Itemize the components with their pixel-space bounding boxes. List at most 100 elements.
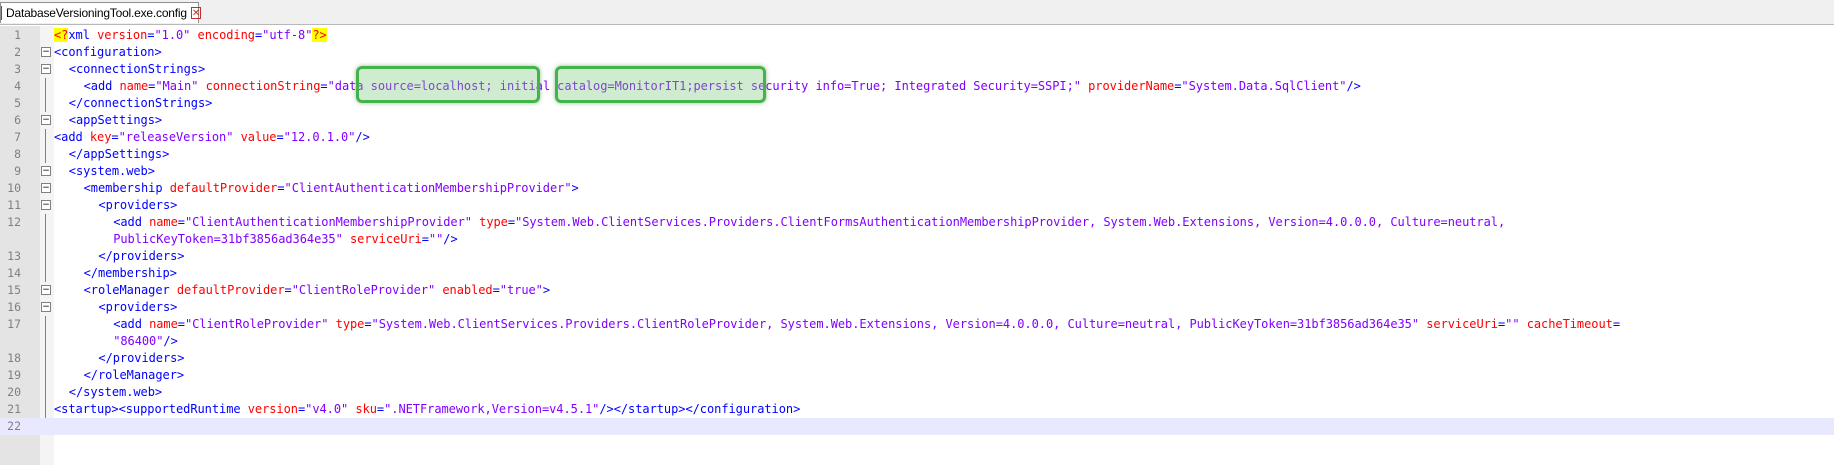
code-text: </providers> bbox=[54, 350, 184, 367]
code-line[interactable]: 18 </providers> bbox=[0, 350, 1834, 367]
close-icon[interactable]: ✕ bbox=[190, 7, 202, 19]
code-token: "ClientRoleProvider" bbox=[184, 317, 329, 331]
code-token: sku bbox=[355, 402, 377, 416]
code-token: <? bbox=[54, 28, 69, 42]
tab-bar: DatabaseVersioningTool.exe.config ✕ bbox=[0, 0, 1834, 25]
code-token: </connectionStrings> bbox=[68, 96, 213, 110]
code-line[interactable]: 3 − <connectionStrings> bbox=[0, 61, 1834, 78]
code-token: /> bbox=[1346, 79, 1361, 93]
code-line[interactable]: 14 </membership> bbox=[0, 265, 1834, 282]
code-token: <roleManager bbox=[83, 283, 177, 297]
code-token: xml bbox=[68, 28, 98, 42]
fold-toggle-icon[interactable]: − bbox=[41, 64, 51, 74]
fold-toggle-icon[interactable]: − bbox=[41, 183, 51, 193]
file-tab-label: DatabaseVersioningTool.exe.config bbox=[6, 6, 187, 20]
fold-guide bbox=[45, 265, 46, 282]
line-number: 22 bbox=[7, 419, 21, 433]
fold-toggle-icon[interactable]: − bbox=[41, 200, 51, 210]
code-token: "ClientAuthenticationMembershipProvider" bbox=[184, 215, 472, 229]
fold-toggle-icon[interactable]: − bbox=[41, 166, 51, 176]
code-line[interactable]: 22 bbox=[0, 418, 1834, 435]
code-line[interactable]: 15− <roleManager defaultProvider="ClientR… bbox=[0, 282, 1834, 299]
line-number: 19 bbox=[7, 368, 21, 382]
code-token: "" bbox=[428, 232, 444, 246]
code-line[interactable]: 2 − <configuration> bbox=[0, 44, 1834, 61]
highlight-initial-catalog bbox=[555, 66, 766, 103]
fold-toggle-icon[interactable]: − bbox=[41, 285, 51, 295]
code-token: <startup><supportedRuntime bbox=[54, 402, 248, 416]
code-token: serviceUri bbox=[349, 232, 422, 246]
code-token: </providers> bbox=[98, 249, 185, 263]
code-token: "ClientAuthenticationMembershipProvider" bbox=[284, 181, 572, 195]
fold-toggle-icon[interactable]: − bbox=[41, 115, 51, 125]
line-number: 10 bbox=[7, 181, 21, 195]
line-number: 7 bbox=[14, 130, 21, 144]
file-icon bbox=[1, 6, 2, 20]
code-token: > bbox=[571, 181, 579, 195]
code-token: /></startup></configuration> bbox=[599, 402, 801, 416]
line-number: 3 bbox=[14, 62, 21, 76]
code-line[interactable]: 5 </connectionStrings> bbox=[0, 95, 1834, 112]
code-line[interactable]: 11 − <providers> bbox=[0, 197, 1834, 214]
code-line[interactable]: 20 </system.web> bbox=[0, 384, 1834, 401]
code-line[interactable]: 17 <add name="ClientRoleProvider" type="S… bbox=[0, 316, 1834, 333]
fold-guide bbox=[45, 78, 46, 95]
fold-toggle-icon[interactable]: − bbox=[41, 302, 51, 312]
code-token: = bbox=[284, 283, 292, 297]
line-number: 18 bbox=[7, 351, 21, 365]
code-line[interactable]: 8 </appSettings> bbox=[0, 146, 1834, 163]
code-text: <add key="releaseVersion" value="12.0.1.… bbox=[54, 129, 370, 146]
code-line[interactable]: 9 − <system.web> bbox=[0, 163, 1834, 180]
code-token: <membership bbox=[83, 181, 170, 195]
code-token: providerName bbox=[1088, 79, 1175, 93]
code-line[interactable]: 6 − <appSettings> bbox=[0, 112, 1834, 129]
fold-guide bbox=[45, 333, 46, 350]
fold-guide bbox=[45, 401, 46, 418]
code-token: ".NETFramework,Version=v4.5.1" bbox=[384, 402, 600, 416]
code-line[interactable]: 12 <add name="ClientAuthenticationMembers… bbox=[0, 214, 1834, 231]
code-text: <providers> bbox=[54, 197, 177, 214]
code-line[interactable]: 1 <?xml version="1.0" encoding="utf-8"?> bbox=[0, 27, 1834, 44]
code-line[interactable]: "86400"/> bbox=[0, 333, 1834, 350]
code-text: </membership> bbox=[54, 265, 177, 282]
code-token: "utf-8" bbox=[262, 28, 313, 42]
line-number: 16 bbox=[7, 300, 21, 314]
code-text: </connectionStrings> bbox=[54, 95, 213, 112]
code-line[interactable]: 4 <add name="Main" connectionString="data… bbox=[0, 78, 1834, 95]
code-text: <configuration> bbox=[54, 44, 162, 61]
code-line[interactable]: 16 − <providers> bbox=[0, 299, 1834, 316]
code-token: "true" bbox=[499, 283, 543, 297]
code-line[interactable]: 13 </providers> bbox=[0, 248, 1834, 265]
code-line[interactable]: PublicKeyToken=31bf3856ad364e35" service… bbox=[0, 231, 1834, 248]
code-token: ?> bbox=[312, 28, 327, 42]
code-text: <add name="ClientRoleProvider" type="Sys… bbox=[54, 316, 1620, 333]
file-tab[interactable]: DatabaseVersioningTool.exe.config ✕ bbox=[0, 2, 202, 23]
fold-guide bbox=[45, 248, 46, 265]
code-line[interactable]: 10− <membership defaultProvider="ClientAu… bbox=[0, 180, 1834, 197]
code-line[interactable]: 19 </roleManager> bbox=[0, 367, 1834, 384]
code-text: <add name="ClientAuthenticationMembershi… bbox=[54, 214, 1505, 231]
code-token: = bbox=[111, 130, 119, 144]
code-token: = bbox=[320, 79, 328, 93]
code-token: type bbox=[335, 317, 365, 331]
fold-toggle-icon[interactable]: − bbox=[41, 47, 51, 57]
code-editor[interactable]: 1 <?xml version="1.0" encoding="utf-8"?> 2… bbox=[0, 27, 1834, 435]
line-number: 20 bbox=[7, 385, 21, 399]
fold-guide bbox=[45, 231, 46, 248]
code-line[interactable]: 7 <add key="releaseVersion" value="12.0.1… bbox=[0, 129, 1834, 146]
code-text: </roleManager> bbox=[54, 367, 185, 384]
code-text: <startup><supportedRuntime version="v4.0… bbox=[54, 401, 800, 418]
code-text: <roleManager defaultProvider="ClientRole… bbox=[54, 282, 551, 299]
code-token: <connectionStrings> bbox=[68, 62, 206, 76]
code-token: defaultProvider bbox=[176, 283, 285, 297]
code-token: </membership> bbox=[83, 266, 177, 280]
code-token: "System.Web.ClientServices.Providers.Cli… bbox=[371, 317, 1420, 331]
code-line[interactable]: 21 <startup><supportedRuntime version="v4… bbox=[0, 401, 1834, 418]
line-number: 14 bbox=[7, 266, 21, 280]
code-token: name bbox=[149, 215, 178, 229]
code-token: "" bbox=[1505, 317, 1520, 331]
fold-guide bbox=[45, 367, 46, 384]
